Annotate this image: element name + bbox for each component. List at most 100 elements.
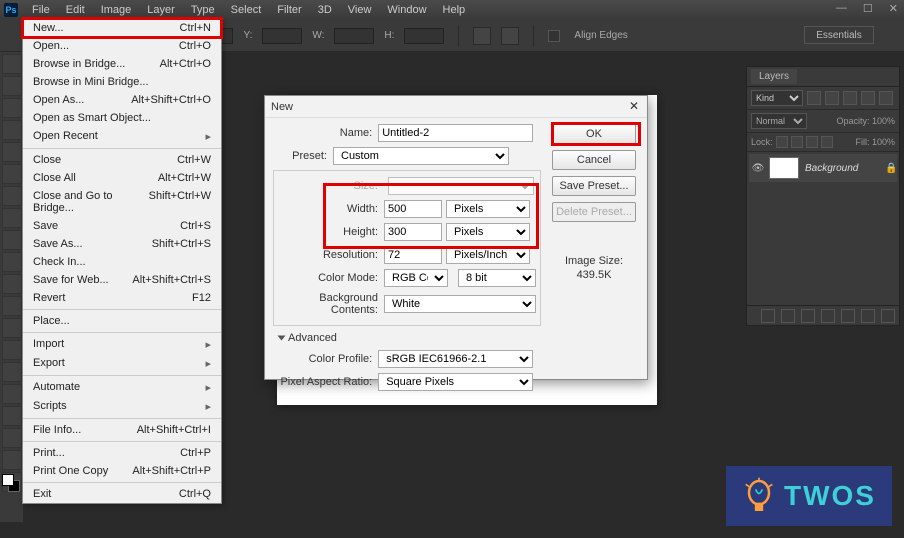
file-menu-item[interactable]: Automate▸ bbox=[23, 378, 221, 397]
menu-file[interactable]: File bbox=[24, 4, 58, 16]
height-unit-select[interactable]: Pixels bbox=[446, 223, 530, 241]
filter-kind-select[interactable]: Kind bbox=[751, 90, 803, 106]
healing-tool-icon[interactable] bbox=[2, 186, 22, 206]
file-menu-item[interactable]: Open...Ctrl+O bbox=[23, 37, 221, 55]
distribute-icon[interactable] bbox=[501, 27, 519, 45]
advanced-toggle[interactable]: Advanced bbox=[279, 332, 533, 344]
window-close-icon[interactable]: ✕ bbox=[889, 2, 898, 15]
eraser-tool-icon[interactable] bbox=[2, 274, 22, 294]
file-menu-item[interactable]: Place... bbox=[23, 312, 221, 330]
file-menu-item[interactable]: Scripts▸ bbox=[23, 397, 221, 416]
move-tool-icon[interactable] bbox=[2, 54, 22, 74]
file-menu-item[interactable]: New...Ctrl+N bbox=[23, 19, 221, 37]
file-menu-item[interactable]: RevertF12 bbox=[23, 289, 221, 307]
align-icon[interactable] bbox=[473, 27, 491, 45]
w-input[interactable] bbox=[334, 28, 374, 44]
resolution-input[interactable] bbox=[384, 246, 442, 264]
colorprofile-select[interactable]: sRGB IEC61966-2.1 bbox=[378, 350, 533, 368]
hand-tool-icon[interactable] bbox=[2, 450, 22, 470]
menu-view[interactable]: View bbox=[340, 4, 380, 16]
lock-all-icon[interactable] bbox=[821, 136, 833, 148]
file-menu-item[interactable]: SaveCtrl+S bbox=[23, 217, 221, 235]
workspace-switcher[interactable]: Essentials bbox=[804, 26, 874, 44]
layer-fx-icon[interactable] bbox=[781, 309, 795, 323]
file-menu-item[interactable]: File Info...Alt+Shift+Ctrl+I bbox=[23, 421, 221, 439]
width-input[interactable] bbox=[384, 200, 442, 218]
dodge-tool-icon[interactable] bbox=[2, 340, 22, 360]
brush-tool-icon[interactable] bbox=[2, 208, 22, 228]
pen-tool-icon[interactable] bbox=[2, 362, 22, 382]
trash-icon[interactable] bbox=[881, 309, 895, 323]
colordepth-select[interactable]: 8 bit bbox=[458, 269, 536, 287]
file-menu-item[interactable]: Browse in Bridge...Alt+Ctrl+O bbox=[23, 55, 221, 73]
blur-tool-icon[interactable] bbox=[2, 318, 22, 338]
crop-tool-icon[interactable] bbox=[2, 142, 22, 162]
link-layers-icon[interactable] bbox=[761, 309, 775, 323]
file-menu-item[interactable]: ExitCtrl+Q bbox=[23, 485, 221, 503]
dialog-close-icon[interactable]: ✕ bbox=[627, 100, 641, 114]
group-icon[interactable] bbox=[841, 309, 855, 323]
gradient-tool-icon[interactable] bbox=[2, 296, 22, 316]
foreground-color-icon[interactable] bbox=[2, 474, 14, 486]
lock-transparency-icon[interactable] bbox=[776, 136, 788, 148]
preset-select[interactable]: Custom bbox=[333, 147, 509, 165]
file-menu-item[interactable]: Close AllAlt+Ctrl+W bbox=[23, 169, 221, 187]
stamp-tool-icon[interactable] bbox=[2, 230, 22, 250]
visibility-eye-icon[interactable]: 👁 bbox=[751, 161, 765, 175]
par-select[interactable]: Square Pixels bbox=[378, 373, 533, 391]
lasso-tool-icon[interactable] bbox=[2, 98, 22, 118]
file-menu-item[interactable]: CloseCtrl+W bbox=[23, 151, 221, 169]
colormode-select[interactable]: RGB Color bbox=[384, 269, 448, 287]
file-menu-item[interactable]: Import▸ bbox=[23, 335, 221, 354]
new-layer-icon[interactable] bbox=[861, 309, 875, 323]
menu-3d[interactable]: 3D bbox=[310, 4, 340, 16]
filter-smart-icon[interactable] bbox=[879, 91, 893, 105]
lock-pixels-icon[interactable] bbox=[791, 136, 803, 148]
file-menu-item[interactable]: Export▸ bbox=[23, 354, 221, 373]
save-preset-button[interactable]: Save Preset... bbox=[552, 176, 636, 196]
color-swatches[interactable] bbox=[2, 474, 20, 492]
file-menu-item[interactable]: Print One CopyAlt+Shift+Ctrl+P bbox=[23, 462, 221, 480]
menu-layer[interactable]: Layer bbox=[139, 4, 183, 16]
y-input[interactable] bbox=[262, 28, 302, 44]
layer-mask-icon[interactable] bbox=[801, 309, 815, 323]
blend-mode-select[interactable]: Normal bbox=[751, 113, 807, 129]
resolution-unit-select[interactable]: Pixels/Inch bbox=[446, 246, 530, 264]
menu-image[interactable]: Image bbox=[93, 4, 140, 16]
filter-pixel-icon[interactable] bbox=[807, 91, 821, 105]
file-menu-item[interactable]: Close and Go to Bridge...Shift+Ctrl+W bbox=[23, 187, 221, 217]
file-menu-item[interactable]: Check In... bbox=[23, 253, 221, 271]
file-menu-item[interactable]: Save for Web...Alt+Shift+Ctrl+S bbox=[23, 271, 221, 289]
path-tool-icon[interactable] bbox=[2, 406, 22, 426]
adjustment-layer-icon[interactable] bbox=[821, 309, 835, 323]
layer-name[interactable]: Background bbox=[805, 163, 858, 174]
file-menu-item[interactable]: Open As...Alt+Shift+Ctrl+O bbox=[23, 91, 221, 109]
bgcontents-select[interactable]: White bbox=[384, 295, 536, 313]
type-tool-icon[interactable] bbox=[2, 384, 22, 404]
file-menu-item[interactable]: Save As...Shift+Ctrl+S bbox=[23, 235, 221, 253]
align-edges-checkbox[interactable] bbox=[548, 30, 560, 42]
menu-type[interactable]: Type bbox=[183, 4, 223, 16]
width-unit-select[interactable]: Pixels bbox=[446, 200, 530, 218]
filter-shape-icon[interactable] bbox=[861, 91, 875, 105]
filter-type-icon[interactable] bbox=[843, 91, 857, 105]
name-input[interactable] bbox=[378, 124, 533, 142]
height-input[interactable] bbox=[384, 223, 442, 241]
menu-edit[interactable]: Edit bbox=[58, 4, 93, 16]
layers-tab[interactable]: Layers bbox=[751, 69, 797, 84]
wand-tool-icon[interactable] bbox=[2, 120, 22, 140]
layer-row[interactable]: 👁 Background 🔒 bbox=[749, 154, 897, 182]
file-menu-item[interactable]: Open as Smart Object... bbox=[23, 109, 221, 127]
h-input[interactable] bbox=[404, 28, 444, 44]
menu-select[interactable]: Select bbox=[223, 4, 270, 16]
shape-tool-icon[interactable] bbox=[2, 428, 22, 448]
filter-adjust-icon[interactable] bbox=[825, 91, 839, 105]
history-brush-tool-icon[interactable] bbox=[2, 252, 22, 272]
window-minimize-icon[interactable]: — bbox=[836, 2, 847, 15]
file-menu-item[interactable]: Open Recent▸ bbox=[23, 127, 221, 146]
layer-thumbnail[interactable] bbox=[769, 157, 799, 179]
window-maximize-icon[interactable]: ☐ bbox=[863, 2, 873, 15]
marquee-tool-icon[interactable] bbox=[2, 76, 22, 96]
eyedropper-tool-icon[interactable] bbox=[2, 164, 22, 184]
lock-position-icon[interactable] bbox=[806, 136, 818, 148]
